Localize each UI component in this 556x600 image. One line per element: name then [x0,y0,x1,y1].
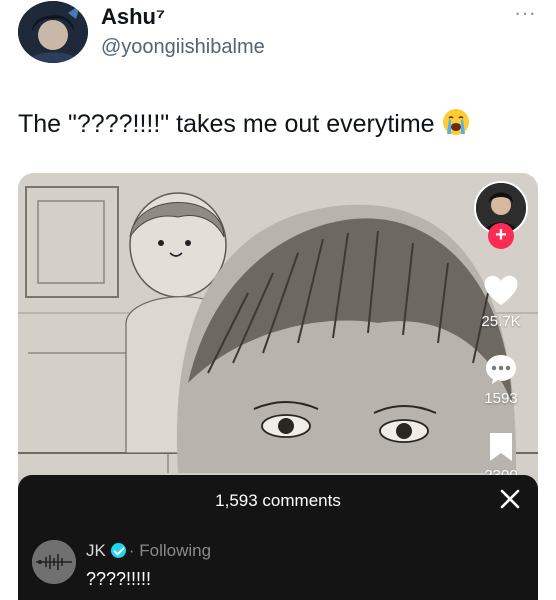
comment-text: ????!!!!! [86,569,152,589]
tweet-header: Ashu⁷ @yoongiishibalme ··· [0,0,556,80]
tweet-text: The "????!!!!" takes me out everytime [18,110,435,138]
like-count: 25.7K [481,313,521,330]
author-name[interactable]: Ashu⁷ [101,4,165,30]
following-label: Following [139,541,212,560]
author-avatar-image [18,1,88,63]
commenter-avatar[interactable] [32,540,76,584]
loudly-crying-face-icon [441,107,471,137]
more-options-button[interactable]: ··· [510,2,540,28]
comment-count: 1593 [484,390,518,407]
separator-dot: · [128,541,135,560]
commenter-name[interactable]: JK [86,541,106,560]
comments-title: 1,593 comments [215,491,341,510]
follow-button[interactable]: + [488,223,514,249]
comment-header: JK · Following [86,541,211,561]
comment-action[interactable]: 1593 [470,353,532,407]
comments-panel: 1,593 comments JK · Following ????!!!!! [18,475,538,600]
author-handle[interactable]: @yoongiishibalme [101,36,265,59]
like-action[interactable]: 25.7K [470,273,532,330]
heart-icon [484,275,518,305]
audio-wave-avatar-icon [32,540,76,584]
tweet-text-line: The "????!!!!" takes me out everytime [18,107,471,139]
author-avatar[interactable] [18,1,88,63]
close-icon [500,489,520,509]
comment-bubble-icon [486,355,516,384]
video-media[interactable]: + 25.7K 1593 2300 1,593 comments [18,173,538,600]
bookmark-icon [490,433,512,461]
pencil-sketch-image [18,173,538,473]
close-comments-button[interactable] [498,487,522,511]
verified-badge-icon [110,543,126,558]
